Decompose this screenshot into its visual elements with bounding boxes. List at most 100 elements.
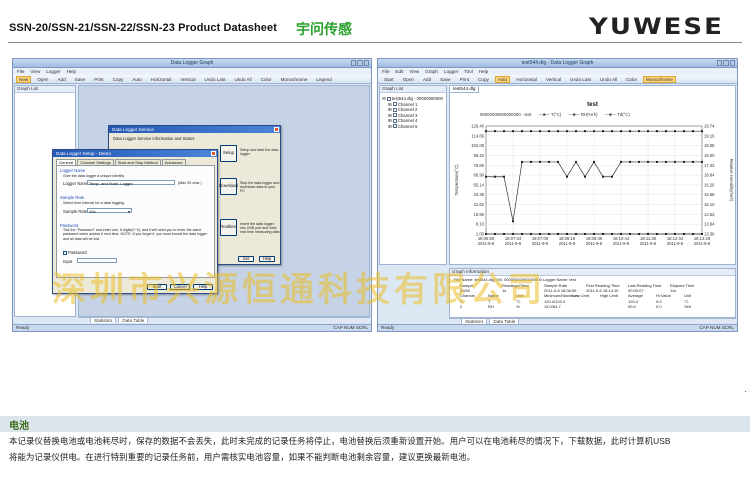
close-icon[interactable] xyxy=(729,60,735,66)
menu-graph[interactable]: Graph xyxy=(425,69,438,74)
tree-item-label: Channel 5 xyxy=(397,123,418,129)
series-1-point xyxy=(539,130,541,133)
tb-color-button[interactable]: Color xyxy=(623,76,640,83)
tb-start-button[interactable]: Start xyxy=(381,76,397,83)
tree-item-label: Channel 2 xyxy=(397,107,418,113)
bullet-dot: · xyxy=(744,387,747,396)
menu-view[interactable]: View xyxy=(409,69,419,74)
tb-undo-all-button[interactable]: Undo All xyxy=(597,76,620,83)
tb-new-button[interactable]: New xyxy=(16,75,32,83)
y-tick-right: 15.68 xyxy=(704,192,715,197)
tb-horizontal-button[interactable]: Horizontal xyxy=(148,76,175,83)
tb-add-button[interactable]: Add xyxy=(420,76,434,83)
tb-undo-last-button[interactable]: Undo Last xyxy=(202,76,229,83)
left-menubar: File View Logger Help xyxy=(13,68,371,75)
series-2-point xyxy=(512,220,514,223)
graph-list-title: Graph List xyxy=(15,86,75,93)
maximize-icon[interactable] xyxy=(723,60,729,66)
close-icon[interactable] xyxy=(274,127,279,132)
tab-statistics[interactable]: Statistics xyxy=(90,317,117,323)
series-2-point xyxy=(584,175,586,178)
tb-vertical-button[interactable]: Vertical xyxy=(177,76,198,83)
series-2-point xyxy=(701,160,703,163)
info-cell: 15.0/84.7 xyxy=(544,303,561,309)
menu-logger[interactable]: Logger xyxy=(444,69,458,74)
tb-auto-button[interactable]: Auto xyxy=(129,76,144,83)
menu-tool[interactable]: Tool xyxy=(464,69,472,74)
tb-monochrome-button[interactable]: Monochrome xyxy=(643,75,676,83)
tb-open-button[interactable]: Open xyxy=(34,76,51,83)
x-tick-date: 2011-9-6 xyxy=(640,241,657,246)
tree-item-channel-5[interactable]: ⊞ Channel 5 xyxy=(382,124,443,130)
series-3-point xyxy=(548,233,550,235)
password-checkbox[interactable]: Password xyxy=(63,250,87,255)
realtime-button[interactable]: Realtime xyxy=(220,219,237,236)
expand-icon: ⊞ xyxy=(388,118,392,124)
series-3-point xyxy=(485,233,487,235)
menu-file[interactable]: File xyxy=(17,69,24,74)
menu-file[interactable]: File xyxy=(382,69,389,74)
tb-add-button[interactable]: Add xyxy=(54,76,68,83)
setup-dialog-titlebar: Data Logger Setup - Demo xyxy=(53,150,217,157)
sample-rate-select[interactable]: 10s ▾ xyxy=(87,208,132,214)
tb-horizontal-button[interactable]: Horizontal xyxy=(513,76,540,83)
tb-legend-button[interactable]: Legend xyxy=(313,76,334,83)
setup-button[interactable]: Setup xyxy=(220,145,237,162)
right-window-title: test544.dlg - Data Logger Graph xyxy=(521,60,594,66)
tb-copy-button[interactable]: Copy xyxy=(110,76,127,83)
close-icon[interactable] xyxy=(211,151,216,156)
tb-open-button[interactable]: Open xyxy=(400,76,417,83)
password-label: Password xyxy=(68,250,87,255)
checkbox-icon[interactable] xyxy=(392,113,397,118)
series-2-point xyxy=(539,160,541,163)
y-tick-right: 16.26 xyxy=(704,182,715,187)
info-cell: High Limit xyxy=(600,293,618,299)
menu-help[interactable]: Help xyxy=(67,69,76,74)
tb-vertical-button[interactable]: Vertical xyxy=(543,76,564,83)
tb-monochrome-button[interactable]: Monochrome xyxy=(278,76,311,83)
series-3-point xyxy=(494,233,496,235)
tb-color-button[interactable]: Color xyxy=(258,76,275,83)
y-tick-left: 102.08 xyxy=(471,143,484,148)
tree-item-label: Channel 1 xyxy=(397,101,418,107)
menu-help[interactable]: Help xyxy=(479,69,488,74)
tb-print-button[interactable]: Print xyxy=(91,76,106,83)
tb-print-button[interactable]: Print xyxy=(457,76,472,83)
tab-data-table[interactable]: Data Table xyxy=(118,317,149,323)
tb-copy-button[interactable]: Copy xyxy=(475,76,492,83)
series-2-point xyxy=(611,175,613,178)
maximize-icon[interactable] xyxy=(357,60,363,66)
tree-item-label: Channel 3 xyxy=(397,112,418,118)
checkbox-icon[interactable] xyxy=(392,107,397,112)
info-cell: Low Limit xyxy=(572,293,589,299)
tb-save-button[interactable]: Save xyxy=(72,76,88,83)
checkbox-icon[interactable] xyxy=(392,102,397,107)
y-axis-label-left: Temperature(°C) xyxy=(454,164,459,196)
download-button[interactable]: Download xyxy=(219,178,238,195)
tb-save-button[interactable]: Save xyxy=(437,76,453,83)
series-3-point xyxy=(503,233,505,235)
series-3-point xyxy=(692,233,694,235)
close-icon[interactable] xyxy=(363,60,369,66)
expand-icon: ⊞ xyxy=(388,123,392,129)
left-titlebar: Data Logger Graph xyxy=(13,59,371,68)
series-2-point xyxy=(647,160,649,163)
y-tick-left: 114.66 xyxy=(472,133,485,138)
checkbox-icon[interactable] xyxy=(392,124,397,129)
minimize-icon[interactable] xyxy=(351,60,357,66)
menu-edit[interactable]: Edit xyxy=(395,69,403,74)
series-3-point xyxy=(629,233,631,235)
tb-auto-button[interactable]: Auto xyxy=(494,75,511,83)
tb-undo-all-button[interactable]: Undo All xyxy=(231,76,254,83)
menu-logger[interactable]: Logger xyxy=(46,69,60,74)
tb-undo-last-button[interactable]: Undo Last xyxy=(567,76,594,83)
doc-tab[interactable]: test544.dlg xyxy=(450,86,480,93)
series-1-point xyxy=(566,130,568,133)
menu-view[interactable]: View xyxy=(30,69,40,74)
minimize-icon[interactable] xyxy=(717,60,723,66)
checkbox-icon[interactable] xyxy=(386,96,391,101)
status-text: Ready xyxy=(381,325,395,330)
checkbox-icon[interactable] xyxy=(392,118,397,123)
tree-item-label: Channel 4 xyxy=(397,118,418,124)
logger-name-input[interactable]: Temp. and Humi. Logger xyxy=(87,180,175,186)
